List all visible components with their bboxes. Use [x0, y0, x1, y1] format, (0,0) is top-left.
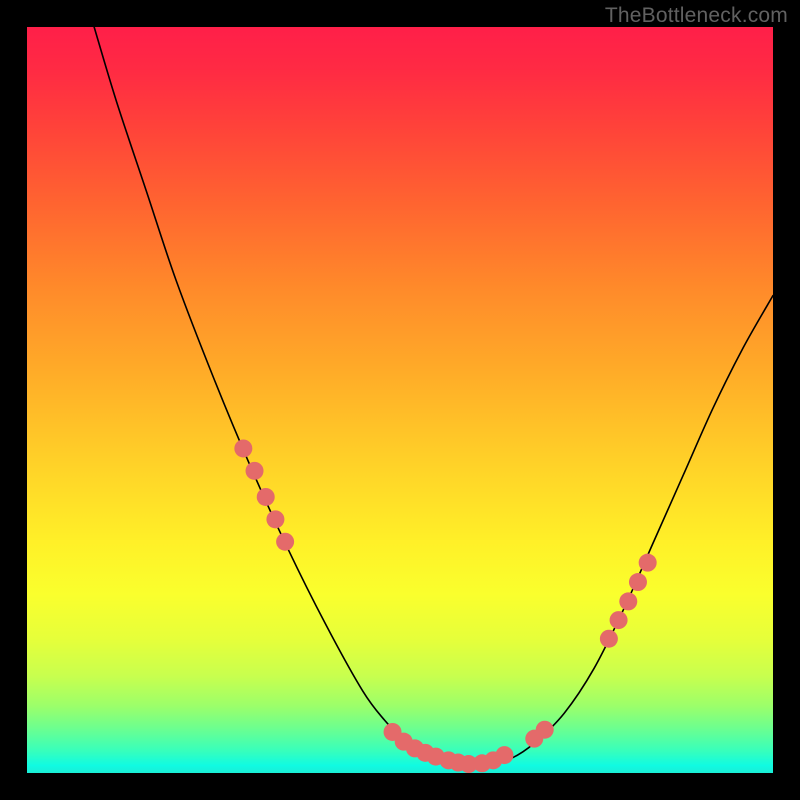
- curve-markers: [234, 439, 656, 773]
- curve-marker: [619, 592, 637, 610]
- curve-marker: [276, 533, 294, 551]
- curve-marker: [610, 611, 628, 629]
- curve-marker: [495, 746, 513, 764]
- curve-marker: [600, 630, 618, 648]
- curve-marker: [246, 462, 264, 480]
- curve-marker: [257, 488, 275, 506]
- curve-marker: [234, 439, 252, 457]
- curve-marker: [629, 573, 647, 591]
- curve-marker: [536, 721, 554, 739]
- curve-marker: [266, 510, 284, 528]
- outer-frame: TheBottleneck.com: [0, 0, 800, 800]
- watermark-text: TheBottleneck.com: [605, 4, 788, 28]
- curve-marker: [639, 554, 657, 572]
- bottleneck-curve: [94, 27, 773, 766]
- gradient-plot-area: [27, 27, 773, 773]
- curve-layer: [27, 27, 773, 773]
